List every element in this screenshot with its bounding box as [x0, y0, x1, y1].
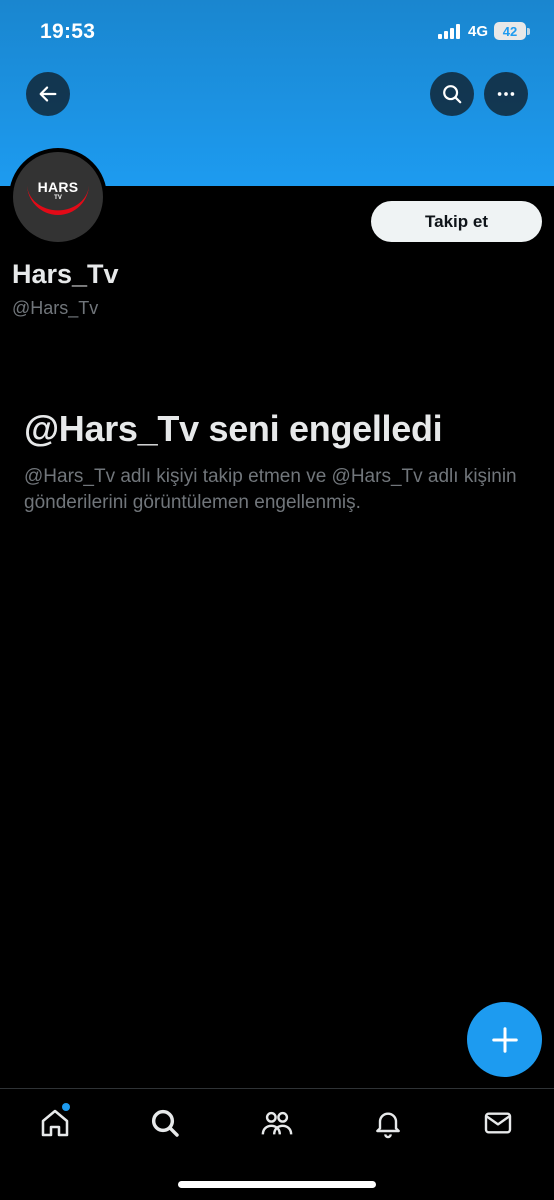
tab-search[interactable] [145, 1103, 185, 1143]
compose-fab-button[interactable] [467, 1002, 542, 1077]
avatar[interactable]: HARS TV [9, 148, 107, 246]
battery-level: 42 [494, 22, 526, 40]
follow-button[interactable]: Takip et [371, 201, 542, 242]
status-bar: 19:53 4G 42 [0, 0, 554, 66]
more-horizontal-icon [497, 92, 515, 96]
user-handle: @Hars_Tv [12, 298, 99, 318]
arrow-left-icon [39, 86, 57, 102]
avatar-logo-text: HARS [37, 179, 79, 195]
mail-icon [484, 1112, 512, 1134]
home-icon [41, 1109, 69, 1137]
search-button[interactable] [430, 72, 474, 116]
signal-icon [437, 23, 460, 39]
battery-icon: 42 [494, 22, 530, 40]
bell-icon [376, 1112, 400, 1139]
home-notification-dot [62, 1103, 70, 1111]
people-icon [261, 1111, 293, 1135]
search-icon [151, 1109, 179, 1137]
status-time: 19:53 [40, 20, 96, 43]
display-name: Hars_Tv [12, 259, 119, 289]
status-indicators: 4G 42 [437, 22, 530, 40]
avatar-logo-sub: TV [54, 195, 62, 201]
tab-notifications[interactable] [368, 1103, 408, 1143]
network-label: 4G [467, 22, 488, 40]
home-indicator[interactable] [178, 1181, 376, 1188]
back-button[interactable] [26, 72, 70, 116]
avatar-logo: HARS TV [13, 152, 103, 242]
tab-messages[interactable] [478, 1103, 518, 1143]
more-button[interactable] [484, 72, 528, 116]
tab-communities[interactable] [257, 1103, 297, 1143]
blocked-title: @Hars_Tv seni engelledi [24, 408, 443, 449]
plus-icon [491, 1026, 518, 1053]
search-icon [443, 85, 462, 104]
blocked-description: @Hars_Tv adlı kişiyi takip etmen ve @Har… [24, 466, 517, 513]
